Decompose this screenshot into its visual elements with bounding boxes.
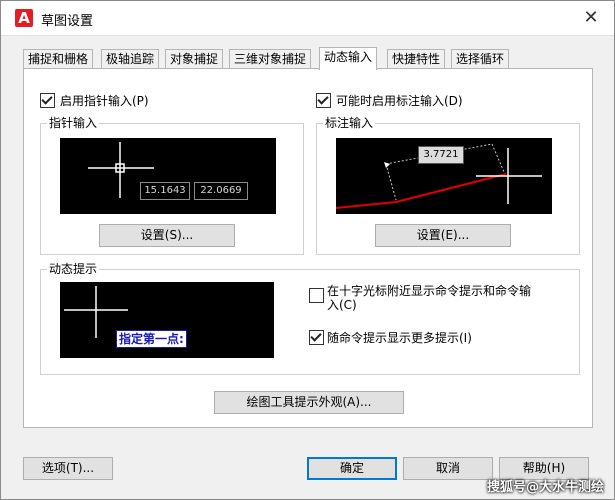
dimension-input-group: 标注输入 3.7721 设置(E)... [316,115,580,255]
pointer-input-preview: 15.1643 22.0669 [60,138,276,214]
title-bar: A 草图设置 ✕ [1,1,614,36]
enable-dimension-input-label[interactable]: 可能时启用标注输入(D) [336,92,463,109]
options-button[interactable]: 选项(T)... [23,457,113,480]
enable-pointer-input-checkbox[interactable] [40,93,55,108]
show-prompts-label-line1: 在十字光标附近显示命令提示和命令输 [327,284,532,298]
dynamic-prompt-preview: 指定第一点: [60,282,274,358]
dimension-input-group-title: 标注输入 [323,115,376,131]
show-prompts-near-cursor-checkbox[interactable] [309,288,324,303]
enable-dimension-input-checkbox[interactable] [316,93,331,108]
tab-polar-tracking[interactable]: 极轴追踪 [101,49,160,69]
dynamic-prompts-group-title: 动态提示 [47,261,100,277]
pointer-x-readout: 15.1643 [140,182,190,200]
window-title: 草图设置 [41,14,94,29]
drafting-tooltip-appearance-button[interactable]: 绘图工具提示外观(A)... [214,391,404,414]
drafting-settings-dialog: A 草图设置 ✕ 捕捉和栅格 极轴追踪 对象捕捉 三维对象捕捉 动态输入 快捷特… [0,0,615,500]
dimension-input-preview: 3.7721 [336,138,552,214]
close-icon[interactable]: ✕ [578,6,604,30]
show-additional-tips-checkbox[interactable] [309,330,324,345]
tab-snap-grid[interactable]: 捕捉和栅格 [23,49,94,69]
pointer-input-group: 指针输入 15.1643 22.0669 设置(S)... [40,115,304,255]
tab-quick-properties[interactable]: 快捷特性 [387,49,446,69]
tab-3d-object-snap[interactable]: 三维对象捕捉 [229,49,312,69]
watermark: 搜狐号@大水牛测绘 [486,480,604,495]
pointer-input-settings-button[interactable]: 设置(S)... [99,224,235,247]
dynamic-prompts-group: 动态提示 指定第一点: 在十字光标附近显示命令提示和命令输 入(C) 随命令提示… [40,261,580,375]
command-prompt-tooltip: 指定第一点: [116,330,187,348]
dimension-value-readout: 3.7721 [418,146,464,164]
tab-selection-cycling[interactable]: 选择循环 [451,49,510,69]
show-additional-tips-label[interactable]: 随命令提示显示更多提示(I) [327,329,472,346]
tab-object-snap[interactable]: 对象捕捉 [165,49,224,69]
cancel-button[interactable]: 取消 [403,457,493,480]
pointer-input-group-title: 指针输入 [47,115,100,131]
pointer-y-readout: 22.0669 [194,182,248,200]
crosshair-cursor-icon [88,142,154,198]
show-prompts-near-cursor-label[interactable]: 在十字光标附近显示命令提示和命令输 入(C) [327,284,531,312]
tab-dynamic-input[interactable]: 动态输入 [319,47,378,70]
ok-button[interactable]: 确定 [307,457,397,480]
show-prompts-label-line2: 入(C) [327,298,357,312]
autocad-a-icon: A [15,9,33,27]
dimension-input-settings-button[interactable]: 设置(E)... [375,224,511,247]
dynamic-input-page: 启用指针输入(P) 可能时启用标注输入(D) 指针输入 15.1643 22.0… [23,68,593,428]
enable-pointer-input-label[interactable]: 启用指针输入(P) [60,92,149,109]
